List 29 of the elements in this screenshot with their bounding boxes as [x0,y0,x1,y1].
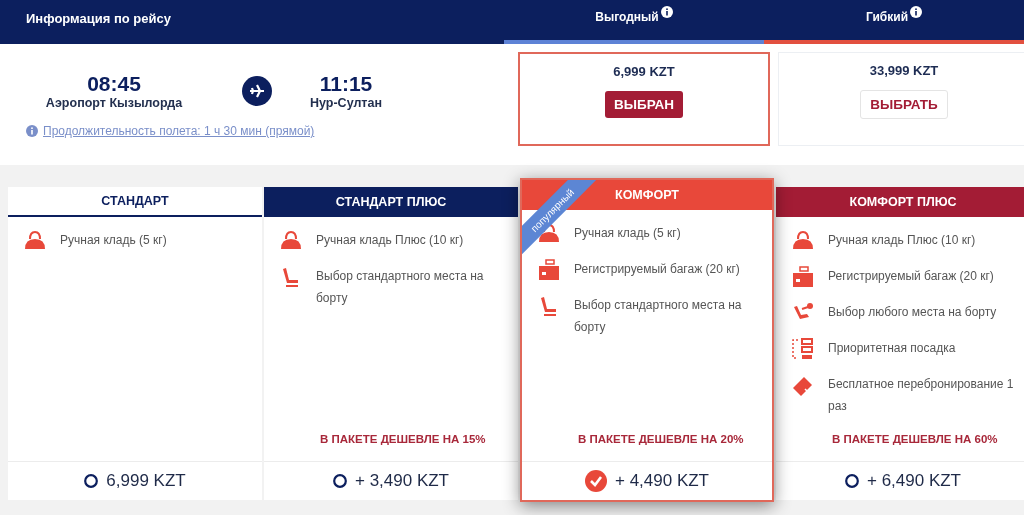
feature-text: Ручная кладь (5 кг) [574,225,681,242]
arrival-time: 11:15 [319,72,373,96]
section-title: Информация по рейсу [25,10,172,28]
feature-text: Регистрируемый багаж (20 кг) [828,268,994,285]
package-price: + 4,490 KZT [615,471,709,491]
feature-text: Ручная кладь Плюс (10 кг) [316,232,464,249]
feature-text: Выбор стандартного места на борту [574,297,743,336]
discount-label: В ПАКЕТЕ ДЕШЕВЛЕ НА 60% [831,433,999,447]
departure-time: 08:45 [87,72,141,96]
package-title: СТАНДАРТ ПЛЮС [264,187,518,217]
feature-text: Регистрируемый багаж (20 кг) [574,261,740,278]
discount-label: В ПАКЕТЕ ДЕШЕВЛЕ НА 15% [319,433,487,447]
fare-price: 33,999 KZT [869,63,939,78]
package-title: КОМФОРТ ПЛЮС [776,187,1024,217]
select-fare-button[interactable]: ВЫБРАТЬ [860,90,948,119]
package-price: 6,999 KZT [106,471,186,491]
fare-price: 6,999 KZT [613,64,675,79]
feature-text: Приоритетная посадка [828,340,956,357]
feature-text: Выбор стандартного места на борту [316,268,485,307]
select-fare-button[interactable]: ВЫБРАН [605,91,683,118]
feature-text: Бесплатное перебронирование 1 раз [828,376,1015,415]
discount-label: В ПАКЕТЕ ДЕШЕВЛЕ НА 20% [577,433,745,447]
feature-text: Ручная кладь Плюс (10 кг) [828,232,976,249]
package-price: + 6,490 KZT [867,471,961,491]
departure-airport: Аэропорт Кызылорда [45,96,183,110]
feature-text: Выбор любого места на борту [828,304,997,321]
arrival-city: Нур-Султан [310,96,382,110]
package-price: + 3,490 KZT [355,471,449,491]
feature-text: Ручная кладь (5 кг) [60,232,167,249]
